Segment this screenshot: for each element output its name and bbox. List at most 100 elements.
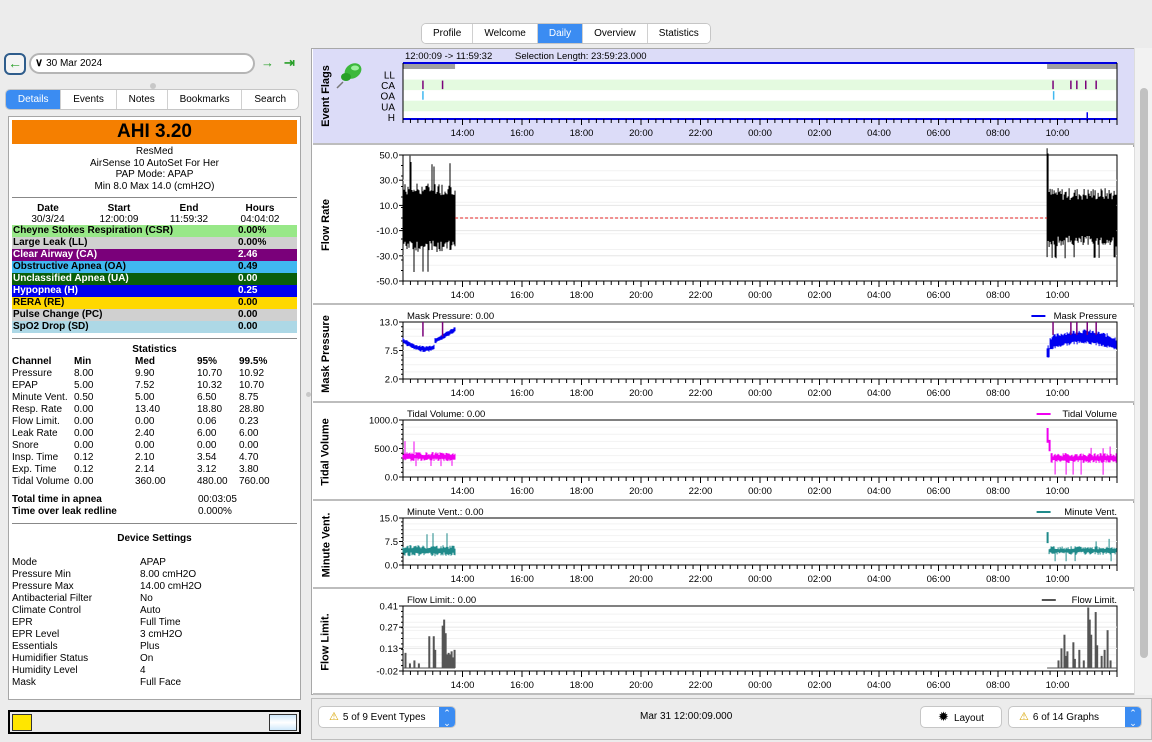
device-settings-table: Mode APAP Pressure Min 8.00 cmH2O Pressure M… <box>12 557 297 689</box>
flow-limit-bar <box>1078 649 1081 668</box>
stepper-arrows-icon: ⌃ ⌄ <box>439 707 455 727</box>
y-tick-label: -50.0 <box>376 277 398 288</box>
graph-minute-vent[interactable]: Minute Vent. Minute Vent.: 0.00 Minute Ven… <box>313 503 1134 589</box>
flow-limit-bar <box>1060 648 1063 668</box>
stat-value: 3.54 <box>197 452 217 463</box>
x-tick-label: 14:00 <box>451 290 475 301</box>
y-tick-label: 1000.0 <box>369 416 398 427</box>
event-value: 0.25 <box>238 285 258 296</box>
setting-name: Pressure Max <box>12 581 74 592</box>
event-index-row[interactable]: Pulse Change (PC) 0.00 <box>12 309 297 321</box>
blue-swatch[interactable] <box>269 714 297 731</box>
x-tick-label: 18:00 <box>570 680 594 691</box>
graph-flow-rate[interactable]: Flow Rate 50.0 30.0 10.0 -10.0 -30.0 -50.0 14:0… <box>313 147 1134 305</box>
stat-header: 95% <box>197 356 218 367</box>
details-pane: AHI 3.20 ResMed AirSense 10 AutoSet For … <box>8 116 301 700</box>
stat-value: 10.70 <box>239 380 265 391</box>
event-index-row[interactable]: Unclassified Apnea (UA) 0.00 <box>12 273 297 285</box>
flow-limit-bar <box>1090 634 1093 668</box>
stat-channel: Leak Rate <box>12 428 58 439</box>
tab-search[interactable]: Search <box>242 90 297 109</box>
back-arrow-icon[interactable]: ← <box>4 53 26 75</box>
event-value: 0.00 <box>238 297 258 308</box>
event-name: Cheyne Stokes Respiration (CSR) <box>13 225 174 236</box>
x-tick-label: 18:00 <box>570 574 594 585</box>
stat-value: 2.40 <box>135 428 155 439</box>
apnea-summary: Total time in apnea 00:03:05 Time over l… <box>12 494 297 518</box>
graphs-scrollbar[interactable] <box>1134 48 1152 695</box>
chevron-down-icon: ∨ <box>35 57 44 69</box>
stat-value: 13.40 <box>135 404 161 415</box>
event-index-row[interactable]: Cheyne Stokes Respiration (CSR) 0.00% <box>12 225 297 237</box>
x-tick-label: 10:00 <box>1046 574 1070 585</box>
setting-value: Full Face <box>140 677 182 688</box>
tab-bookmarks[interactable]: Bookmarks <box>168 90 243 109</box>
event-index-row[interactable]: RERA (RE) 0.00 <box>12 297 297 309</box>
date-value: 30 Mar 2024 <box>46 58 103 69</box>
row-band <box>403 100 1117 112</box>
x-tick-label: 04:00 <box>867 290 891 301</box>
tab-statistics[interactable]: Statistics <box>647 24 710 43</box>
stat-value: 0.12 <box>74 464 94 475</box>
event-name: Pulse Change (PC) <box>13 309 103 320</box>
forward-arrow-icon[interactable]: → <box>261 55 274 70</box>
graph-mask-pressure[interactable]: Mask Pressure Mask Pressure: 0.00 Mask Pre… <box>313 307 1134 403</box>
tab-profile[interactable]: Profile <box>422 24 474 43</box>
graph-event-flags[interactable]: Event Flags 12:00:09 -> 11:59:32 Selection… <box>313 49 1134 145</box>
y-tick-label: 0.0 <box>385 473 398 484</box>
event-index-row[interactable]: Clear Airway (CA) 2.46 <box>12 249 297 261</box>
graph-flow-limit[interactable]: Flow Limit. Flow Limit.: 0.00 Flow Limit. 0… <box>313 591 1134 695</box>
event-types-selector[interactable]: ⚠ 5 of 9 Event Types ⌃ ⌄ <box>318 706 456 728</box>
setting-name: Pressure Min <box>12 569 71 580</box>
event-value: 2.46 <box>238 249 258 260</box>
x-tick-label: 02:00 <box>808 290 832 301</box>
graph-tidal-volume[interactable]: Tidal Volume Tidal Volume: 0.00 Tidal Volu… <box>313 405 1134 501</box>
y-tick-label: 2.0 <box>385 375 398 386</box>
event-value: 0.00% <box>238 237 267 248</box>
graphs-selector[interactable]: ⚠ 6 of 14 Graphs ⌃ ⌄ <box>1008 706 1142 728</box>
tab-events[interactable]: Events <box>61 90 117 109</box>
layout-label: Layout <box>953 713 984 724</box>
stat-value: 6.00 <box>197 428 217 439</box>
stat-value: 6.00 <box>239 428 259 439</box>
stat-channel: EPAP <box>12 380 38 391</box>
flow-limit-bar <box>1073 658 1076 668</box>
graph-svg[interactable]: 50.0 30.0 10.0 -10.0 -30.0 -50.0 14:00 16:00 18:… <box>313 147 1134 305</box>
graph-svg[interactable]: Flow Limit.: 0.00 Flow Limit. 0.41 0.27 0.13… <box>313 591 1134 695</box>
tab-details[interactable]: Details <box>6 90 62 109</box>
event-index-row[interactable]: Obstructive Apnea (OA) 0.49 <box>12 261 297 273</box>
apnea-time-value: 00:03:05 <box>198 494 237 505</box>
tab-welcome[interactable]: Welcome <box>473 24 538 43</box>
yellow-swatch[interactable] <box>12 714 32 731</box>
x-tick-label: 14:00 <box>451 388 475 399</box>
tab-notes[interactable]: Notes <box>117 90 168 109</box>
leak-label: Time over leak redline <box>12 506 117 517</box>
stat-value: 0.00 <box>74 428 94 439</box>
flow-limit-bar <box>1096 645 1099 668</box>
scrollbar-thumb[interactable] <box>1140 88 1148 658</box>
x-tick-label: 04:00 <box>867 680 891 691</box>
x-tick-label: 02:00 <box>808 388 832 399</box>
graph-svg[interactable]: Tidal Volume: 0.00 Tidal Volume 1000.0 500.… <box>313 405 1134 501</box>
flow-limit-bar <box>1082 660 1085 668</box>
y-tick-label: 30.0 <box>380 176 399 187</box>
graph-header: Flow Limit.: 0.00 <box>407 595 476 606</box>
tab-overview[interactable]: Overview <box>583 24 648 43</box>
stat-value: 0.00 <box>135 440 155 451</box>
last-day-arrow-icon[interactable]: ⇥ <box>284 55 295 71</box>
stat-value: 28.80 <box>239 404 265 415</box>
graph-svg[interactable]: 12:00:09 -> 11:59:32 Selection Length: 23… <box>313 49 1134 145</box>
event-index-row[interactable]: Large Leak (LL) 0.00% <box>12 237 297 249</box>
setting-value: On <box>140 653 154 664</box>
row-label-h: H <box>388 113 395 124</box>
session-value: 30/3/24 <box>31 214 65 225</box>
x-tick-label: 10:00 <box>1046 680 1070 691</box>
graph-svg[interactable]: Minute Vent.: 0.00 Minute Vent. 15.0 7.5 0.0… <box>313 503 1134 589</box>
date-picker[interactable]: ∨ 30 Mar 2024 <box>29 53 255 74</box>
event-name: Large Leak (LL) <box>13 237 88 248</box>
layout-button[interactable]: ✹ Layout <box>920 706 1002 728</box>
event-index-row[interactable]: SpO2 Drop (SD) 0.00 <box>12 321 297 333</box>
graph-svg[interactable]: Mask Pressure: 0.00 Mask Pressure 13.0 7.5 2… <box>313 307 1134 403</box>
event-index-row[interactable]: Hypopnea (H) 0.25 <box>12 285 297 297</box>
tab-daily[interactable]: Daily <box>537 24 584 43</box>
